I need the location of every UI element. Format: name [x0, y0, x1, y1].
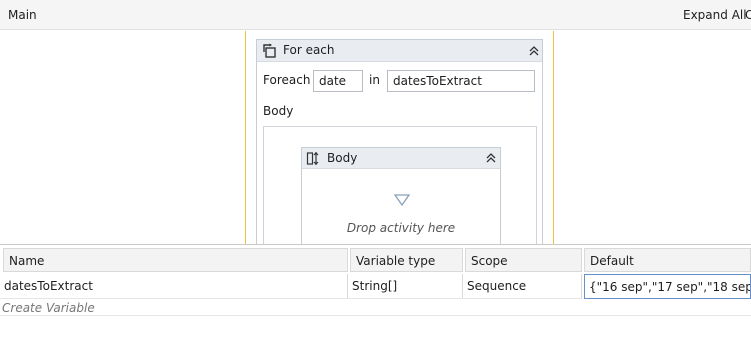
canvas-guide-left: [245, 31, 246, 244]
foreach-title: For each: [283, 43, 335, 57]
expand-all-link[interactable]: Expand All: [683, 8, 747, 22]
in-label: in: [369, 73, 380, 87]
foreach-icon: [263, 43, 276, 58]
foreach-label: Foreach: [263, 73, 311, 87]
variable-type-cell[interactable]: String[]: [348, 274, 463, 299]
foreach-item-input[interactable]: date: [313, 70, 363, 92]
body-container[interactable]: Body Drop activity here: [263, 126, 537, 245]
collapse-chevron-icon[interactable]: [484, 151, 498, 165]
sequence-activity[interactable]: Body Drop activity here: [301, 147, 501, 245]
sequence-header[interactable]: Body: [302, 148, 500, 169]
create-variable-link[interactable]: Create Variable: [2, 301, 95, 315]
foreach-activity[interactable]: For each Foreach date in datesToExtract …: [256, 39, 543, 245]
collapse-chevron-icon[interactable]: [527, 44, 541, 58]
body-label: Body: [263, 104, 294, 118]
breadcrumb[interactable]: Main: [8, 8, 37, 22]
row-divider: [0, 315, 751, 316]
column-header-default[interactable]: Default: [584, 248, 751, 272]
collapse-all-link[interactable]: C: [745, 8, 751, 22]
variable-scope-cell[interactable]: Sequence: [463, 274, 582, 299]
column-header-type[interactable]: Variable type: [350, 248, 463, 272]
drop-arrow-icon: [394, 194, 410, 206]
sequence-title: Body: [327, 151, 358, 165]
column-header-scope[interactable]: Scope: [465, 248, 582, 272]
canvas-guide-right: [553, 31, 554, 244]
designer-header: Main Expand All C: [0, 0, 751, 30]
variable-default-input[interactable]: {"16 sep","17 sep","18 sep"}: [584, 274, 751, 299]
column-header-name[interactable]: Name: [3, 248, 348, 272]
variables-panel: Name Variable type Scope Default datesTo…: [0, 244, 751, 356]
variable-name-cell[interactable]: datesToExtract: [0, 274, 348, 299]
designer-canvas[interactable]: For each Foreach date in datesToExtract …: [0, 31, 751, 245]
sequence-icon: [306, 152, 319, 165]
foreach-collection-input[interactable]: datesToExtract: [387, 70, 535, 92]
foreach-header[interactable]: For each: [257, 40, 542, 62]
drop-activity-hint[interactable]: Drop activity here: [302, 221, 500, 235]
